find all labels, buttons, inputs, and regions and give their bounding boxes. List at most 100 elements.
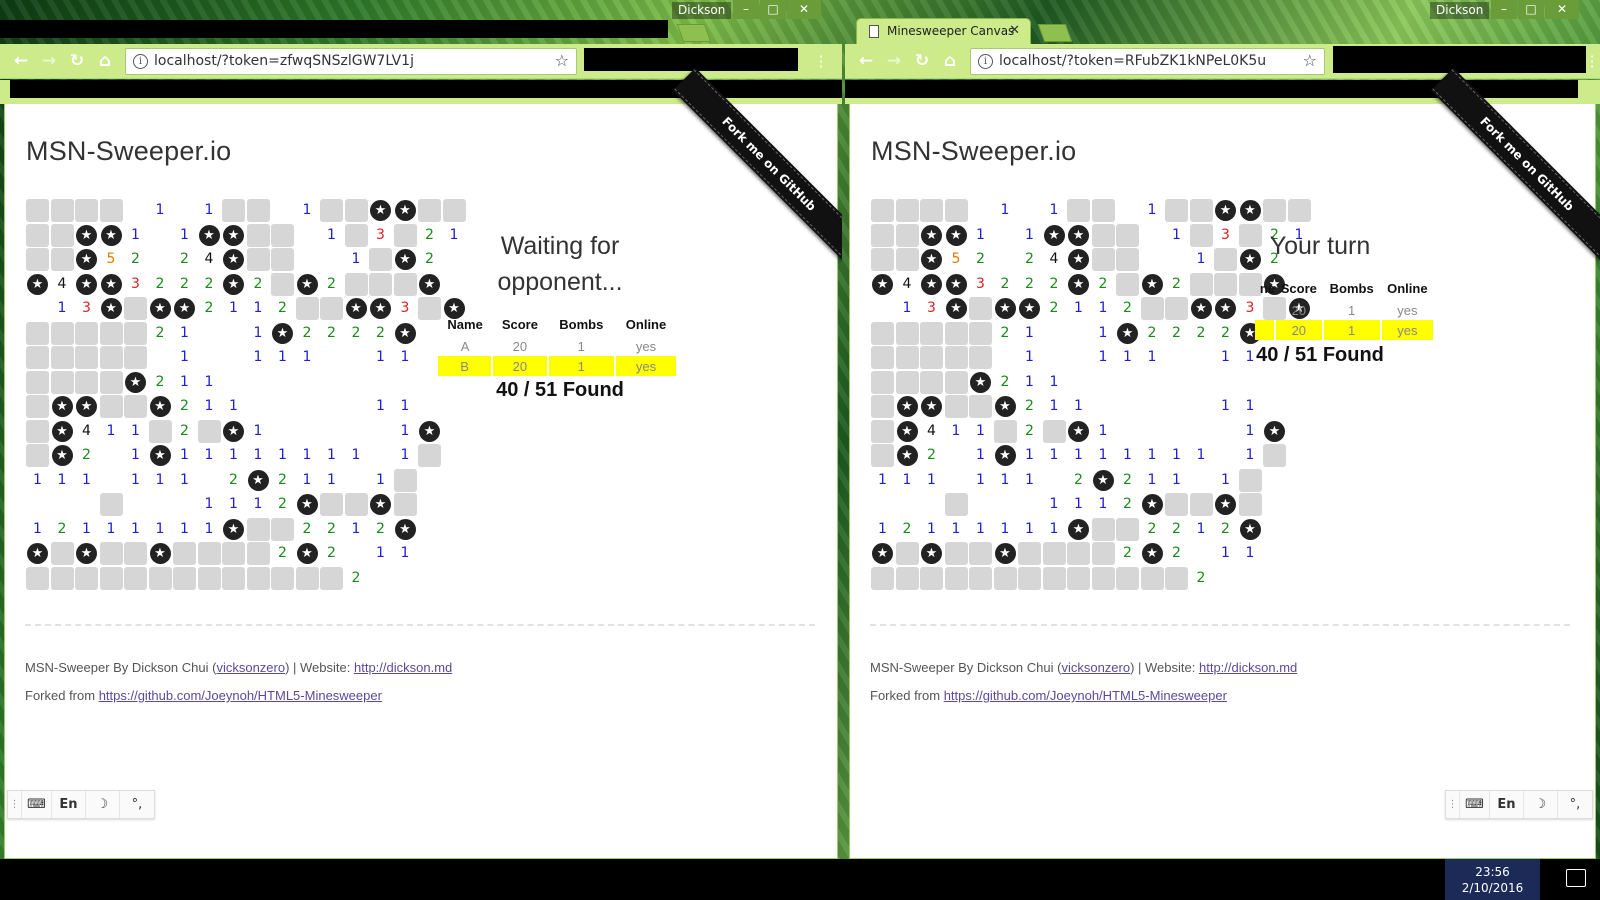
covered-cell[interactable] bbox=[124, 297, 147, 320]
mine-icon[interactable]: ★ bbox=[296, 493, 319, 516]
number-cell[interactable]: 1 bbox=[1239, 542, 1262, 565]
number-cell[interactable]: 1 bbox=[222, 395, 245, 418]
covered-cell[interactable] bbox=[246, 248, 270, 271]
covered-cell[interactable] bbox=[871, 370, 894, 394]
number-cell[interactable]: 4 bbox=[75, 420, 98, 443]
bookmark-star-icon[interactable]: ☆ bbox=[1303, 51, 1317, 70]
number-cell[interactable]: 2 bbox=[1092, 273, 1115, 296]
covered-cell[interactable] bbox=[944, 395, 968, 418]
covered-cell[interactable] bbox=[895, 223, 919, 247]
mine-icon[interactable]: ★ bbox=[100, 297, 123, 320]
covered-cell[interactable] bbox=[1165, 566, 1188, 590]
moon-icon[interactable]: ☽ bbox=[86, 791, 120, 818]
number-cell[interactable]: 3 bbox=[920, 297, 943, 320]
number-cell[interactable]: 1 bbox=[1018, 444, 1041, 467]
number-cell[interactable]: 1 bbox=[198, 395, 221, 418]
keyboard-icon[interactable]: ⌨ bbox=[1460, 791, 1490, 818]
covered-cell[interactable] bbox=[50, 566, 74, 590]
number-cell[interactable]: 1 bbox=[1239, 395, 1262, 418]
covered-cell[interactable] bbox=[369, 272, 392, 296]
number-cell[interactable]: 1 bbox=[969, 469, 992, 492]
mine-icon[interactable]: ★ bbox=[1239, 199, 1262, 222]
language-toggle[interactable]: En bbox=[1490, 791, 1524, 818]
number-cell[interactable]: 2 bbox=[75, 444, 98, 467]
mine-icon[interactable]: ★ bbox=[75, 224, 98, 247]
covered-cell[interactable] bbox=[1067, 199, 1090, 222]
covered-cell[interactable] bbox=[99, 493, 123, 516]
number-cell[interactable]: 2 bbox=[345, 567, 368, 590]
covered-cell[interactable] bbox=[26, 248, 49, 271]
number-cell[interactable]: 1 bbox=[1141, 469, 1164, 492]
number-cell[interactable]: 2 bbox=[124, 248, 147, 271]
forward-icon[interactable]: → bbox=[883, 51, 905, 71]
number-cell[interactable]: 1 bbox=[247, 346, 270, 369]
number-cell[interactable]: 1 bbox=[1141, 346, 1164, 369]
covered-cell[interactable] bbox=[50, 223, 74, 247]
covered-cell[interactable] bbox=[920, 321, 943, 345]
covered-cell[interactable] bbox=[75, 199, 98, 222]
covered-cell[interactable] bbox=[944, 346, 968, 369]
covered-cell[interactable] bbox=[197, 419, 221, 443]
mine-icon[interactable]: ★ bbox=[75, 542, 98, 565]
mine-icon[interactable]: ★ bbox=[296, 273, 319, 296]
mine-icon[interactable]: ★ bbox=[296, 542, 319, 565]
covered-cell[interactable] bbox=[969, 566, 992, 590]
covered-cell[interactable] bbox=[26, 395, 49, 418]
number-cell[interactable]: 2 bbox=[994, 322, 1017, 345]
number-cell[interactable]: 1 bbox=[1043, 371, 1066, 394]
number-cell[interactable]: 2 bbox=[1043, 297, 1066, 320]
covered-cell[interactable] bbox=[50, 199, 74, 222]
covered-cell[interactable] bbox=[969, 542, 992, 565]
covered-cell[interactable] bbox=[271, 272, 294, 296]
number-cell[interactable]: 1 bbox=[198, 444, 221, 467]
covered-cell[interactable] bbox=[871, 248, 894, 271]
covered-cell[interactable] bbox=[295, 566, 319, 590]
covered-cell[interactable] bbox=[1116, 566, 1139, 590]
mine-icon[interactable]: ★ bbox=[994, 444, 1017, 467]
minesweeper-board[interactable]: 1 1 1 ★ ★ ★ ★ 1 1 ★ ★ 1 3 2 1 ★ 5 2 2 4 ★ 1 ★ 2 ★ 4 ★ ★ 3 2 2 2 ★ 2 ★ 2 ★ 1 3 ★… bbox=[871, 199, 1311, 599]
covered-cell[interactable] bbox=[871, 346, 894, 369]
number-cell[interactable]: 1 bbox=[969, 444, 992, 467]
author-link[interactable]: vicksonzero bbox=[1061, 660, 1130, 675]
covered-cell[interactable] bbox=[295, 297, 319, 320]
number-cell[interactable]: 2 bbox=[896, 518, 919, 541]
covered-cell[interactable] bbox=[895, 370, 919, 394]
number-cell[interactable]: 1 bbox=[1043, 493, 1066, 516]
number-cell[interactable]: 2 bbox=[369, 322, 392, 345]
mine-icon[interactable]: ★ bbox=[1018, 297, 1041, 320]
covered-cell[interactable] bbox=[920, 199, 943, 222]
number-cell[interactable]: 1 bbox=[369, 469, 392, 492]
covered-cell[interactable] bbox=[1091, 517, 1115, 541]
mine-icon[interactable]: ★ bbox=[945, 297, 968, 320]
number-cell[interactable]: 1 bbox=[1092, 297, 1115, 320]
number-cell[interactable]: 5 bbox=[100, 248, 123, 271]
covered-cell[interactable] bbox=[871, 321, 894, 345]
covered-cell[interactable] bbox=[1091, 223, 1115, 247]
number-cell[interactable]: 1 bbox=[320, 469, 343, 492]
covered-cell[interactable] bbox=[124, 395, 147, 418]
covered-cell[interactable] bbox=[871, 395, 894, 418]
profile-name[interactable]: Dickson bbox=[672, 2, 732, 19]
number-cell[interactable]: 1 bbox=[1214, 469, 1237, 492]
number-cell[interactable]: 1 bbox=[1018, 224, 1041, 247]
number-cell[interactable]: 1 bbox=[369, 542, 392, 565]
number-cell[interactable]: 1 bbox=[1067, 444, 1090, 467]
minimize-button[interactable]: – bbox=[733, 0, 759, 19]
number-cell[interactable]: 1 bbox=[247, 420, 270, 443]
number-cell[interactable]: 1 bbox=[1043, 199, 1066, 222]
mine-icon[interactable]: ★ bbox=[26, 273, 49, 296]
language-toggle[interactable]: En bbox=[52, 791, 86, 818]
address-bar[interactable]: i localhost/?token=RFubZK1kNPeL0K5u ☆ bbox=[970, 48, 1325, 75]
covered-cell[interactable] bbox=[944, 199, 968, 222]
number-cell[interactable]: 1 bbox=[1116, 346, 1139, 369]
covered-cell[interactable] bbox=[969, 321, 992, 345]
number-cell[interactable]: 1 bbox=[320, 224, 343, 247]
number-cell[interactable]: 2 bbox=[247, 273, 270, 296]
covered-cell[interactable] bbox=[197, 542, 221, 565]
number-cell[interactable]: 2 bbox=[1116, 542, 1139, 565]
mine-icon[interactable]: ★ bbox=[149, 297, 172, 320]
covered-cell[interactable] bbox=[50, 346, 74, 369]
covered-cell[interactable] bbox=[895, 346, 919, 369]
number-cell[interactable]: 1 bbox=[1165, 224, 1188, 247]
covered-cell[interactable] bbox=[1116, 223, 1139, 247]
